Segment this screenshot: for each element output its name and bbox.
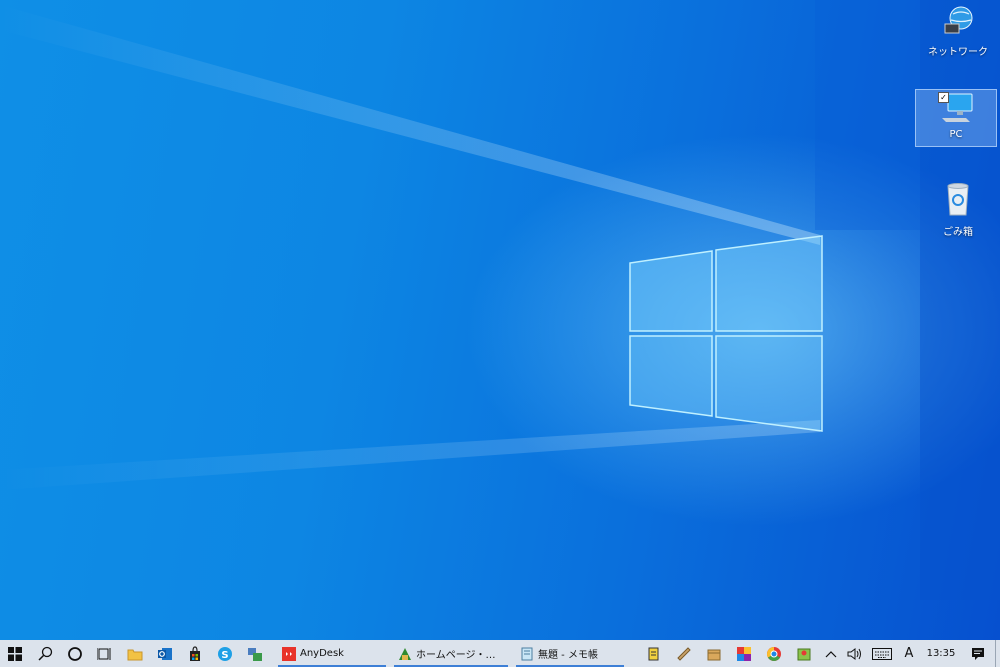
search-button[interactable] [30,640,60,667]
anydesk-icon [282,646,296,661]
network-desktop-icon[interactable]: ネットワーク [918,4,998,64]
taskbar-app-label: ホームページ・ビルダー ... [416,650,504,661]
wallpaper [0,0,1000,600]
show-desktop-button[interactable] [995,640,1000,667]
task-view-button[interactable] [90,640,120,667]
windows-logo [629,235,823,432]
recycle-bin-label: ごみ箱 [943,227,973,238]
outlook-icon [158,647,172,660]
windows-app-icon [248,647,262,661]
photos-icon [737,646,751,661]
notepad-icon [521,647,533,660]
keyboard-icon [872,647,892,660]
svg-text:S: S [221,650,228,661]
start-button[interactable] [0,640,30,667]
task-view-icon [97,647,111,660]
chevron-up-icon [825,650,837,657]
tray-app-2[interactable] [669,640,699,667]
network-label: ネットワーク [928,47,988,58]
file-explorer-button[interactable] [120,640,150,667]
ime-mode-label: A [904,646,914,661]
cortana-icon [68,646,82,661]
show-hidden-icons-button[interactable] [819,640,843,667]
chrome-icon [767,646,781,661]
skype-icon: S [218,646,232,661]
tray-app-4[interactable] [729,640,759,667]
package-icon [707,649,721,660]
speaker-icon [847,647,861,660]
taskbar: S AnyDesk ホームページ・ビルダー ... 無題 - メモ帳 [0,640,1000,667]
clock[interactable]: 13:35 [921,648,961,659]
checkbox-icon[interactable]: ✓ [938,92,949,103]
volume-button[interactable] [843,640,867,667]
desktop[interactable]: ネットワーク ✓ PC ごみ箱 [0,0,1000,640]
network-icon [944,6,973,34]
skype-button[interactable]: S [210,640,240,667]
ime-pad-icon [648,647,659,660]
folder-icon [127,649,143,660]
pc-label: PC [949,129,963,140]
taskbar-app-label: 無題 - メモ帳 [538,650,598,661]
touch-keyboard-button[interactable] [867,640,897,667]
pc-desktop-icon[interactable]: ✓ PC [915,89,997,147]
taskbar-app-label: AnyDesk [300,648,344,659]
store-icon [190,645,200,661]
map-icon [797,648,811,660]
app-switcher-button[interactable] [240,640,270,667]
taskbar-app-homepage-builder[interactable]: ホームページ・ビルダー ... [392,640,510,667]
recycle-bin-desktop-icon[interactable]: ごみ箱 [918,180,998,238]
action-center-button[interactable] [961,640,995,667]
ime-mode-indicator[interactable]: A [897,640,921,667]
search-icon [38,646,53,661]
notification-icon [972,647,984,660]
windows-icon [8,646,22,661]
cortana-button[interactable] [60,640,90,667]
outlook-button[interactable] [150,640,180,667]
tray-app-1[interactable] [639,640,669,667]
homepage-builder-icon [399,647,411,660]
taskbar-app-anydesk[interactable]: AnyDesk [276,640,388,667]
store-button[interactable] [180,640,210,667]
paint-icon [677,646,691,661]
clock-time: 13:35 [926,648,956,659]
recycle-bin-icon [947,183,969,216]
chrome-button[interactable] [759,640,789,667]
tray-app-3[interactable] [699,640,729,667]
taskbar-app-notepad[interactable]: 無題 - メモ帳 [514,640,626,667]
tray-app-5[interactable] [789,640,819,667]
